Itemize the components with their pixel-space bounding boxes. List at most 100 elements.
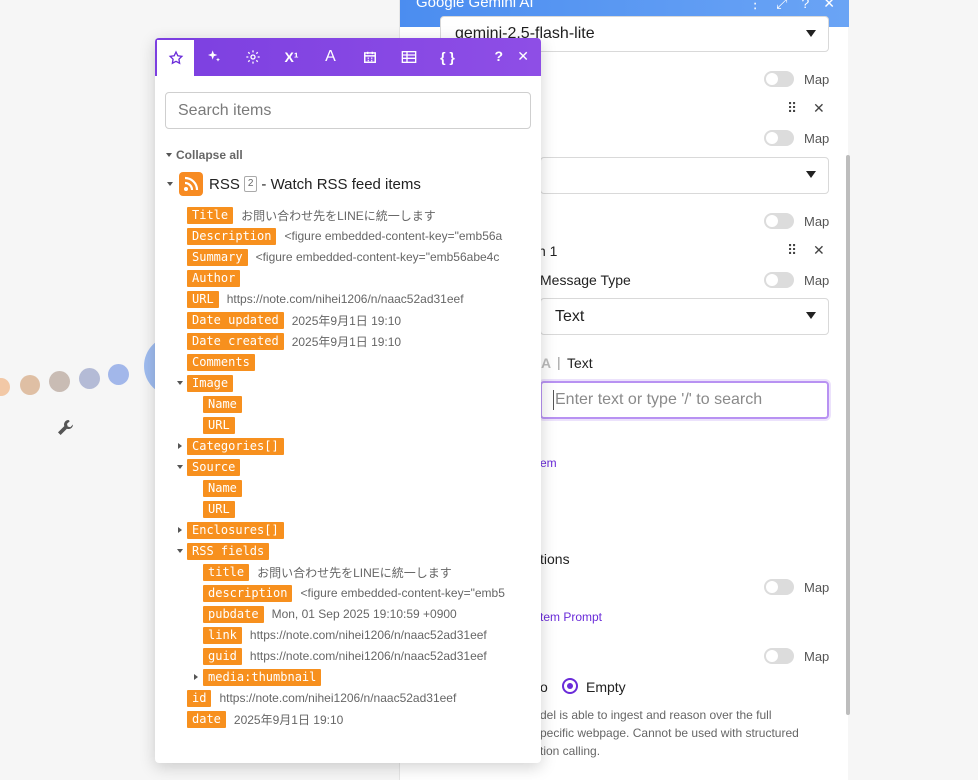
drag-handle-icon[interactable]: ⠿: [787, 100, 797, 117]
panel-scrollbar[interactable]: [846, 155, 850, 715]
tree-item[interactable]: Name: [191, 478, 242, 498]
tree-item[interactable]: pubdate Mon, 01 Sep 2025 19:10:59 +0900: [191, 604, 457, 624]
tab-json-functions[interactable]: { }: [428, 38, 467, 76]
toggle-switch[interactable]: [764, 648, 794, 664]
tree-item[interactable]: Image: [175, 373, 234, 393]
tab-array-functions[interactable]: [389, 38, 428, 76]
caret-down-icon[interactable]: [175, 465, 185, 469]
tree-item[interactable]: Source: [175, 457, 241, 477]
tree-item[interactable]: title お問い合わせ先をLINEに統一します: [191, 562, 452, 582]
tree-item[interactable]: Author: [175, 268, 241, 288]
tree-item[interactable]: id https://note.com/nihei1206/n/naac52ad3…: [175, 688, 456, 708]
add-item-link[interactable]: em: [540, 456, 557, 470]
tree-item[interactable]: URL https://note.com/nihei1206/n/naac52ad…: [175, 289, 464, 309]
item-pill[interactable]: Name: [203, 479, 242, 497]
item-pill[interactable]: Name: [203, 395, 242, 413]
toggle-switch[interactable]: [764, 272, 794, 288]
item-pill[interactable]: Description: [187, 227, 277, 245]
remove-item-icon[interactable]: ✕: [813, 242, 825, 259]
toggle-switch[interactable]: [764, 71, 794, 87]
map-toggle[interactable]: Map: [764, 579, 829, 595]
search-input[interactable]: Search items: [165, 92, 531, 129]
item-pill[interactable]: URL: [203, 500, 235, 518]
item-pill[interactable]: pubdate: [203, 605, 264, 623]
help-icon[interactable]: ?: [494, 48, 503, 64]
radio-option-partial[interactable]: o: [540, 679, 548, 695]
tree-item[interactable]: description <figure embedded-content-key=…: [191, 583, 505, 603]
add-system-prompt-link[interactable]: tem Prompt: [540, 610, 602, 624]
item-pill[interactable]: Title: [187, 206, 234, 224]
item-pill[interactable]: Date created: [187, 332, 284, 350]
tree-item[interactable]: media:thumbnail: [191, 667, 322, 687]
tab-ai-functions[interactable]: [194, 38, 233, 76]
item-pill[interactable]: Author: [187, 269, 241, 287]
remove-item-icon[interactable]: ✕: [813, 100, 825, 117]
item-pill[interactable]: date: [187, 710, 226, 728]
item-pill[interactable]: URL: [203, 416, 235, 434]
item-pill[interactable]: Date updated: [187, 311, 284, 329]
tree-item[interactable]: Name: [191, 394, 242, 414]
tree-item[interactable]: URL: [191, 499, 235, 519]
item-pill[interactable]: Source: [187, 458, 241, 476]
message-type-select[interactable]: Text: [540, 298, 829, 335]
tree-item[interactable]: URL: [191, 415, 235, 435]
tab-favorites[interactable]: [155, 38, 194, 76]
item-pill[interactable]: Summary: [187, 248, 248, 266]
module-header[interactable]: RSS 2 - Watch RSS feed items: [167, 172, 421, 196]
radio-empty-label[interactable]: Empty: [586, 679, 626, 695]
tree-item[interactable]: Categories[]: [175, 436, 284, 456]
drag-handle-icon[interactable]: ⠿: [787, 242, 797, 259]
item-pill[interactable]: link: [203, 626, 242, 644]
item-pill[interactable]: title: [203, 563, 250, 581]
caret-right-icon[interactable]: [175, 443, 185, 449]
close-icon[interactable]: ✕: [517, 48, 529, 65]
tree-item[interactable]: link https://note.com/nihei1206/n/naac52a…: [191, 625, 487, 645]
map-toggle[interactable]: Map: [764, 213, 829, 229]
item-pill[interactable]: media:thumbnail: [203, 668, 322, 686]
expand-icon[interactable]: ⤢: [776, 0, 787, 10]
radio-empty[interactable]: [562, 678, 578, 694]
more-icon[interactable]: ⋮: [748, 0, 762, 10]
item-pill[interactable]: Comments: [187, 353, 255, 371]
caret-down-icon[interactable]: [175, 381, 185, 385]
tree-item[interactable]: date 2025年9月1日 19:10: [175, 709, 343, 729]
role-select[interactable]: [540, 157, 829, 194]
item-pill[interactable]: guid: [203, 647, 242, 665]
tree-item[interactable]: Description <figure embedded-content-key=…: [175, 226, 502, 246]
caret-right-icon[interactable]: [175, 527, 185, 533]
tree-item[interactable]: Title お問い合わせ先をLINEに統一します: [175, 205, 436, 225]
tab-text-functions[interactable]: A: [311, 38, 350, 76]
close-icon[interactable]: ✕: [823, 0, 835, 10]
tree-item[interactable]: Date created 2025年9月1日 19:10: [175, 331, 401, 351]
tree-item[interactable]: Enclosures[]: [175, 520, 284, 540]
tree-item[interactable]: RSS fields: [175, 541, 270, 561]
tab-general-functions[interactable]: [233, 38, 272, 76]
item-pill[interactable]: Image: [187, 374, 234, 392]
toggle-switch[interactable]: [764, 130, 794, 146]
caret-right-icon[interactable]: [191, 674, 201, 680]
item-pill[interactable]: description: [203, 584, 293, 602]
map-toggle[interactable]: Map: [764, 648, 829, 664]
tree-item[interactable]: guid https://note.com/nihei1206/n/naac52a…: [191, 646, 487, 666]
item-pill[interactable]: URL: [187, 290, 219, 308]
tab-date-functions[interactable]: [350, 38, 389, 76]
tab-math-functions[interactable]: X¹: [272, 38, 311, 76]
tree-item[interactable]: Date updated 2025年9月1日 19:10: [175, 310, 401, 330]
map-toggle[interactable]: Map: [764, 71, 829, 87]
toggle-switch[interactable]: [764, 579, 794, 595]
caret-down-icon[interactable]: [175, 549, 185, 553]
tree-item[interactable]: Summary <figure embedded-content-key="emb…: [175, 247, 499, 267]
collapse-all-button[interactable]: Collapse all: [166, 148, 243, 162]
help-icon[interactable]: ?: [801, 0, 809, 10]
item-pill[interactable]: RSS fields: [187, 542, 270, 560]
text-input[interactable]: Enter text or type '/' to search: [540, 381, 829, 419]
toggle-switch[interactable]: [764, 213, 794, 229]
tree-item[interactable]: Comments: [175, 352, 255, 372]
item-pill[interactable]: Enclosures[]: [187, 521, 284, 539]
item-pill[interactable]: Categories[]: [187, 437, 284, 455]
map-toggle[interactable]: Map: [764, 130, 829, 146]
text-field-label: Text: [567, 355, 593, 371]
map-toggle[interactable]: Map: [764, 272, 829, 288]
wrench-icon[interactable]: [54, 416, 78, 440]
item-pill[interactable]: id: [187, 689, 212, 707]
